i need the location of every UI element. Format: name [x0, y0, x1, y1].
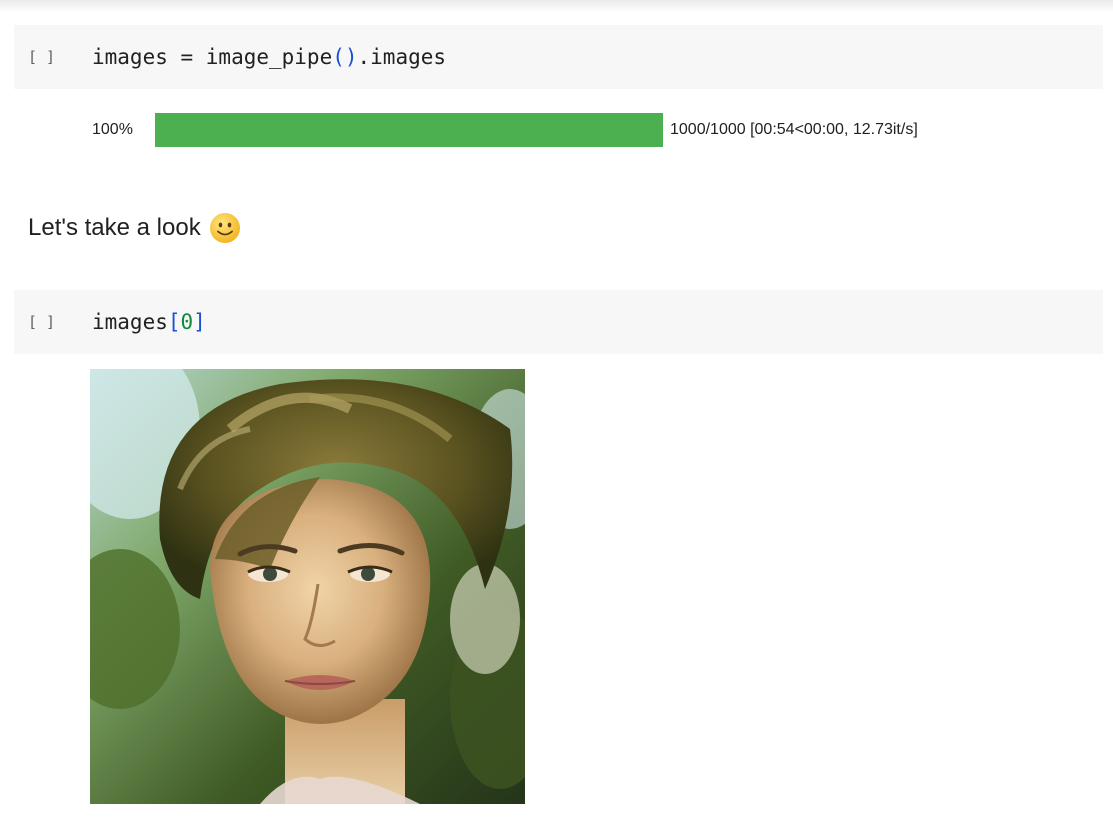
- code-bracket-open: [: [167, 310, 181, 334]
- markdown-text: Let's take a look: [28, 214, 201, 241]
- progress-output: 100% 1000/1000 [00:54<00:00, 12.73it/s]: [92, 113, 918, 147]
- progress-percent: 100%: [92, 121, 133, 138]
- toolbar-shadow: [0, 0, 1113, 12]
- progress-bar: [155, 113, 663, 147]
- run-cell-button[interactable]: [ ]: [28, 48, 88, 66]
- code-bracket-close: ]: [193, 310, 206, 334]
- code-line[interactable]: images = image_pipe().images: [92, 45, 446, 69]
- code-cell-2[interactable]: [ ] images[0]: [14, 290, 1103, 354]
- markdown-cell: Let's take a look: [28, 212, 241, 244]
- smiley-face-icon: [209, 213, 240, 243]
- code-text: images: [92, 310, 168, 334]
- code-text: images = image_pipe: [92, 45, 333, 69]
- portrait-image: [90, 369, 525, 804]
- code-index: 0: [180, 310, 194, 334]
- code-text-attr: .images: [357, 45, 447, 69]
- progress-bar-fill: [155, 113, 663, 147]
- progress-stats: 1000/1000 [00:54<00:00, 12.73it/s]: [670, 121, 918, 138]
- run-cell-button[interactable]: [ ]: [28, 313, 88, 331]
- code-line[interactable]: images[0]: [92, 310, 206, 334]
- code-parens: (): [332, 45, 358, 69]
- code-cell-1[interactable]: [ ] images = image_pipe().images: [14, 25, 1103, 89]
- output-image: [90, 369, 525, 804]
